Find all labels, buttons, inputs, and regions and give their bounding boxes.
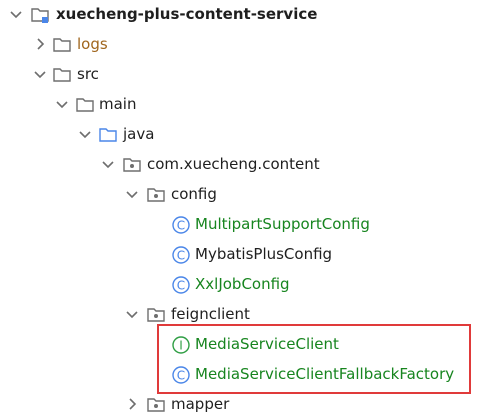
package-icon (147, 188, 165, 202)
tree-row-class[interactable]: C XxlJobConfig (0, 270, 487, 300)
svg-text:C: C (177, 369, 185, 383)
tree-row-root[interactable]: xuecheng-plus-content-service (0, 0, 487, 30)
module-folder-icon (31, 8, 49, 23)
folder-icon (53, 38, 71, 52)
main-label: main (99, 95, 137, 113)
folder-icon (76, 98, 94, 112)
chevron-down-icon[interactable] (77, 126, 93, 142)
chevron-down-icon[interactable] (124, 186, 140, 202)
tree-row-java[interactable]: java (0, 120, 487, 150)
chevron-down-icon[interactable] (32, 66, 48, 82)
svg-text:C: C (177, 219, 185, 233)
svg-text:I: I (179, 339, 183, 353)
package-icon (123, 158, 141, 172)
feignclient-label: feignclient (171, 305, 250, 323)
folder-icon (53, 68, 71, 82)
chevron-down-icon[interactable] (100, 156, 116, 172)
svg-text:C: C (177, 249, 185, 263)
root-label: xuecheng-plus-content-service (56, 5, 318, 23)
src-label: src (77, 65, 99, 83)
class-label: MultipartSupportConfig (195, 215, 370, 233)
interface-label: MediaServiceClient (195, 335, 339, 353)
tree-row-class[interactable]: C MediaServiceClientFallbackFactory (0, 360, 487, 390)
class-label: XxlJobConfig (195, 275, 290, 293)
class-icon: C (172, 216, 190, 234)
config-label: config (171, 185, 217, 203)
tree-row-interface[interactable]: I MediaServiceClient (0, 330, 487, 360)
interface-icon: I (172, 336, 190, 354)
java-label: java (123, 125, 155, 143)
chevron-down-icon[interactable] (124, 306, 140, 322)
class-icon: C (172, 366, 190, 384)
tree-row-config[interactable]: config (0, 180, 487, 210)
class-label: MybatisPlusConfig (195, 245, 333, 263)
chevron-right-icon[interactable] (32, 36, 48, 52)
package-label: com.xuecheng.content (147, 155, 320, 173)
chevron-right-icon[interactable] (124, 396, 140, 412)
class-label: MediaServiceClientFallbackFactory (195, 365, 455, 383)
class-icon: C (172, 246, 190, 264)
logs-label: logs (77, 35, 108, 53)
tree-row-class[interactable]: C MultipartSupportConfig (0, 210, 487, 240)
tree-row-class[interactable]: C MybatisPlusConfig (0, 240, 487, 270)
tree-row-main[interactable]: main (0, 90, 487, 120)
tree-row-logs[interactable]: logs (0, 30, 487, 60)
package-icon (147, 308, 165, 322)
class-icon: C (172, 276, 190, 294)
svg-text:C: C (177, 279, 185, 293)
project-tree: xuecheng-plus-content-service logs src m… (0, 0, 487, 419)
tree-row-mapper[interactable]: mapper (0, 390, 487, 419)
chevron-down-icon[interactable] (8, 6, 24, 22)
tree-row-src[interactable]: src (0, 60, 487, 90)
tree-row-package[interactable]: com.xuecheng.content (0, 150, 487, 180)
source-folder-icon (99, 128, 117, 142)
mapper-label: mapper (171, 395, 230, 413)
package-icon (147, 398, 165, 412)
chevron-down-icon[interactable] (54, 96, 70, 112)
tree-row-feignclient[interactable]: feignclient (0, 300, 487, 330)
